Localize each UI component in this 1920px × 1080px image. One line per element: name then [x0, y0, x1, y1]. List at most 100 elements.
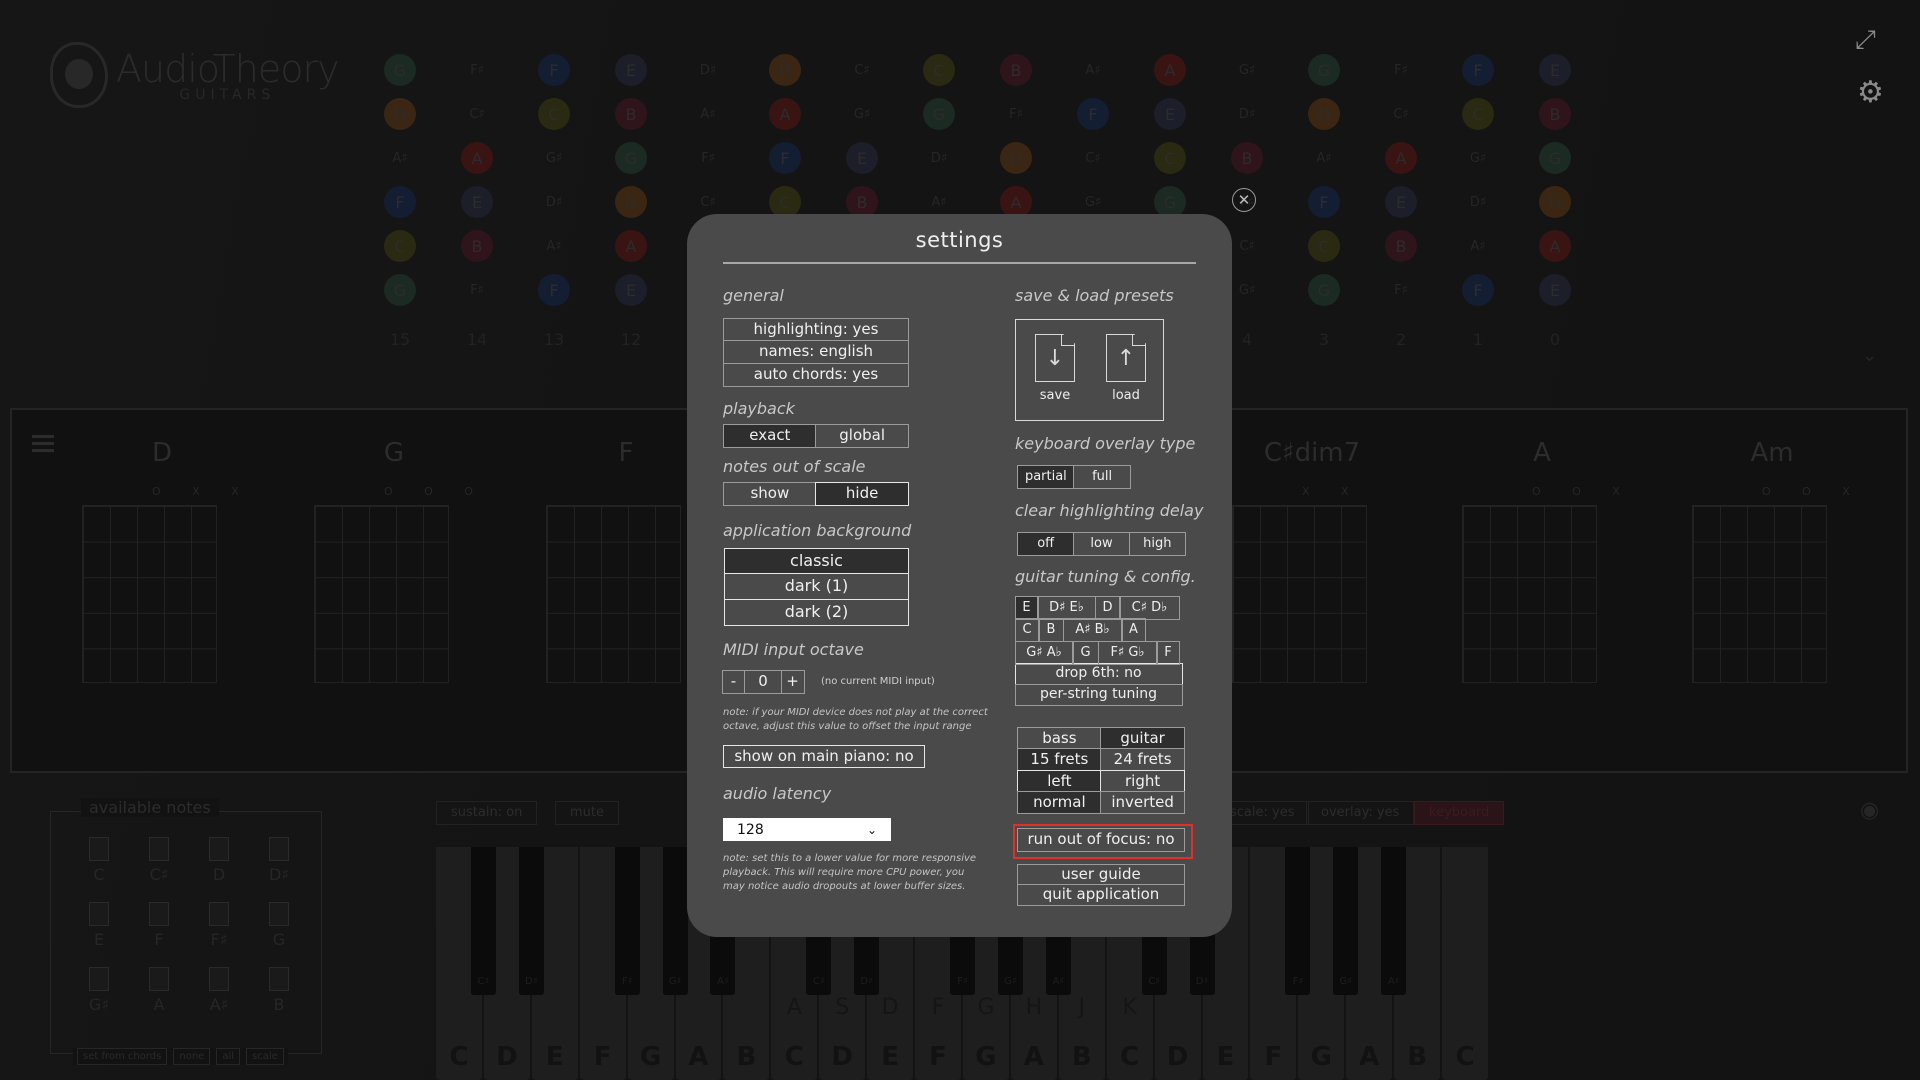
fretboard-note[interactable]: B [1385, 230, 1417, 262]
auto-chords-toggle[interactable]: auto chords: yes [723, 362, 909, 387]
available-note-item[interactable]: G♯ [76, 967, 122, 1014]
fretboard-note[interactable]: A [461, 142, 493, 174]
chord-diagram[interactable]: A O O X [1422, 410, 1662, 770]
run-out-of-focus-toggle[interactable]: run out of focus: no [1017, 827, 1185, 852]
drop-6th-toggle[interactable]: drop 6th: no [1014, 663, 1183, 685]
note-checkbox[interactable] [269, 967, 289, 991]
piano-white-key[interactable]: C [1442, 847, 1489, 1080]
fretboard-note[interactable]: B [1000, 54, 1032, 86]
fretboard-note[interactable]: G [384, 274, 416, 306]
available-note-item[interactable]: D [196, 837, 242, 884]
fretboard-note[interactable]: C♯ [1231, 230, 1263, 262]
hand-left-option[interactable]: left [1017, 769, 1102, 793]
highlighting-toggle[interactable]: highlighting: yes [723, 317, 909, 342]
background-classic-option[interactable]: classic [724, 547, 909, 575]
gear-icon[interactable]: ⚙ [1857, 75, 1884, 110]
fretboard-note[interactable]: A♯ [384, 142, 416, 174]
fretboard-note[interactable]: G♯ [846, 98, 878, 130]
load-preset-button[interactable]: ↑ load [1106, 334, 1146, 403]
midi-octave-decrement-button[interactable]: - [721, 669, 746, 694]
user-guide-button[interactable]: user guide [1017, 863, 1185, 886]
fretboard-note[interactable]: D♯ [692, 54, 724, 86]
tuning-c-sharp[interactable]: C♯ D♭ [1119, 595, 1180, 620]
fretboard-note[interactable]: E [615, 54, 647, 86]
show-on-main-piano-toggle[interactable]: show on main piano: no [723, 744, 925, 768]
fretboard-note[interactable]: F♯ [1385, 274, 1417, 306]
fretboard-note[interactable]: C♯ [1385, 98, 1417, 130]
available-note-item[interactable]: B [256, 967, 302, 1014]
piano-black-key[interactable]: F♯ [614, 847, 640, 995]
tuning-f-sharp[interactable]: F♯ G♭ [1097, 640, 1158, 665]
fretboard-note[interactable]: G [1308, 274, 1340, 306]
note-checkbox[interactable] [89, 902, 109, 926]
fullscreen-expand-icon[interactable]: ⤢ [1855, 25, 1876, 56]
keyboard-toggle[interactable]: keyboard [1414, 801, 1505, 825]
fretboard-note[interactable]: G♯ [1462, 142, 1494, 174]
hand-right-option[interactable]: right [1100, 769, 1185, 793]
background-dark2-option[interactable]: dark (2) [724, 598, 909, 626]
note-checkbox[interactable] [149, 837, 169, 861]
available-note-item[interactable]: E [76, 902, 122, 949]
fretboard-note[interactable]: C♯ [1077, 142, 1109, 174]
overlay-partial-option[interactable]: partial [1017, 464, 1075, 489]
fretboard-note[interactable]: F♯ [692, 142, 724, 174]
fretboard-note[interactable]: A [1385, 142, 1417, 174]
available-note-item[interactable]: G [256, 902, 302, 949]
clear-delay-off-option[interactable]: off [1017, 531, 1075, 556]
midi-octave-increment-button[interactable]: + [780, 669, 805, 694]
double-chevron-down-icon[interactable]: ⌄ [1862, 345, 1877, 366]
fretboard-note[interactable]: F [538, 54, 570, 86]
frets-15-option[interactable]: 15 frets [1017, 748, 1102, 771]
overlay-full-option[interactable]: full [1073, 464, 1131, 489]
fretboard-note[interactable]: F [1462, 54, 1494, 86]
tuning-a-sharp[interactable]: A♯ B♭ [1062, 618, 1123, 642]
tuning-e[interactable]: E [1014, 595, 1039, 620]
piano-black-key[interactable]: G♯ [662, 847, 688, 995]
tuning-d[interactable]: D [1094, 595, 1121, 620]
fretboard-note[interactable]: D [1539, 186, 1571, 218]
fretboard-note[interactable]: B [1539, 98, 1571, 130]
note-checkbox[interactable] [149, 967, 169, 991]
playback-exact-option[interactable]: exact [723, 423, 817, 448]
fretboard-note[interactable]: G♯ [538, 142, 570, 174]
names-toggle[interactable]: names: english [723, 340, 909, 364]
note-checkbox[interactable] [209, 902, 229, 926]
playback-global-option[interactable]: global [815, 423, 909, 448]
fretboard-note[interactable]: C [923, 54, 955, 86]
fretboard-note[interactable]: C [538, 98, 570, 130]
orientation-normal-option[interactable]: normal [1017, 791, 1102, 814]
fretboard-note[interactable]: G [1539, 142, 1571, 174]
fretboard-note[interactable]: G [384, 54, 416, 86]
fretboard-note[interactable]: D [384, 98, 416, 130]
fretboard-note[interactable]: D [1308, 98, 1340, 130]
fretboard-note[interactable]: F [1462, 274, 1494, 306]
clear-delay-high-option[interactable]: high [1128, 531, 1186, 556]
per-string-tuning-button[interactable]: per-string tuning [1014, 683, 1183, 706]
available-note-item[interactable]: C♯ [136, 837, 182, 884]
sustain-toggle[interactable]: sustain: on [436, 801, 538, 825]
none-button[interactable]: none [173, 1048, 211, 1065]
tuning-d-sharp[interactable]: D♯ E♭ [1037, 595, 1096, 620]
tuning-f[interactable]: F [1156, 640, 1180, 665]
fretboard-note[interactable]: G [615, 142, 647, 174]
available-note-item[interactable]: D♯ [256, 837, 302, 884]
eye-icon[interactable]: ◉ [1860, 798, 1879, 823]
fretboard-note[interactable]: C [1462, 98, 1494, 130]
all-button[interactable]: all [216, 1048, 240, 1065]
chord-diagram[interactable]: Am O O X [1652, 410, 1892, 770]
quit-application-button[interactable]: quit application [1017, 884, 1185, 906]
frets-24-option[interactable]: 24 frets [1100, 748, 1185, 771]
fretboard-note[interactable]: G [1308, 54, 1340, 86]
close-settings-button[interactable]: ✕ [1232, 188, 1256, 212]
available-note-item[interactable]: F♯ [196, 902, 242, 949]
note-checkbox[interactable] [89, 967, 109, 991]
fretboard-note[interactable]: A♯ [1462, 230, 1494, 262]
fretboard-note[interactable]: A♯ [692, 98, 724, 130]
fretboard-note[interactable]: A♯ [1308, 142, 1340, 174]
fretboard-note[interactable]: D♯ [923, 142, 955, 174]
fretboard-note[interactable]: F [769, 142, 801, 174]
audio-latency-select[interactable]: 128 ⌄ [723, 818, 891, 841]
available-note-item[interactable]: A♯ [196, 967, 242, 1014]
save-preset-button[interactable]: ↓ save [1035, 334, 1075, 403]
fretboard-note[interactable]: D♯ [538, 186, 570, 218]
